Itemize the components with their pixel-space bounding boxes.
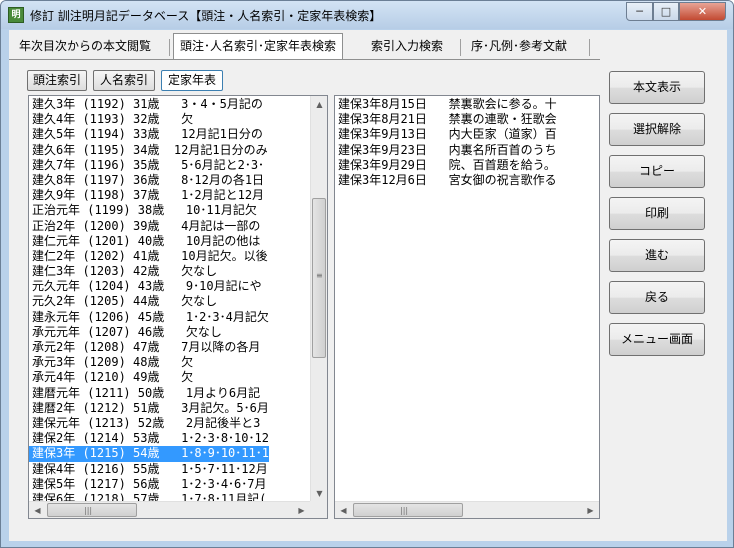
honbun-hyoji-button[interactable]: 本文表示 xyxy=(609,71,705,104)
nenpyo-detail-rows: 建保3年8月15日 禁裏歌会に参る。十 建保3年8月21日 禁裏の連歌・狂歌会 建保… xyxy=(335,97,557,188)
tab-separator xyxy=(169,39,170,56)
tab-jo-hanrei-sanko[interactable]: 序･凡例･参考文献 xyxy=(465,36,573,58)
nenpyo-list-item[interactable]: 正治2年 (1200) 39歳 4月記は一部の xyxy=(29,219,269,234)
copy-button[interactable]: コピー xyxy=(609,155,705,188)
nenpyo-list-item[interactable]: 正治元年 (1199) 38歳 10･11月記欠 xyxy=(29,203,269,218)
nenpyo-list-item[interactable]: 承元元年 (1207) 46歳 欠なし xyxy=(29,325,269,340)
app-icon: 明 xyxy=(8,7,24,23)
nenpyo-detail-item[interactable]: 建保3年12月6日 宮女御の祝言歌作る xyxy=(335,173,557,188)
menu-screen-button[interactable]: メニュー画面 xyxy=(609,323,705,356)
tab-sakuin-nyuryoku[interactable]: 索引入力検索 xyxy=(365,36,449,58)
scroll-left-icon[interactable]: ◀ xyxy=(335,502,352,518)
nenpyo-list-item[interactable]: 建仁元年 (1201) 40歳 10月記の他は xyxy=(29,234,269,249)
nenpyo-list-item[interactable]: 建暦元年 (1211) 50歳 1月より6月記 xyxy=(29,386,269,401)
grip-icon: ||| xyxy=(400,506,409,515)
minimize-button[interactable]: ─ xyxy=(626,2,653,21)
nenpyo-list-item[interactable]: 元久2年 (1205) 44歳 欠なし xyxy=(29,294,269,309)
scroll-left-icon[interactable]: ◀ xyxy=(29,502,46,518)
nenpyo-list-item[interactable]: 建久4年 (1193) 32歳 欠 xyxy=(29,112,269,127)
scroll-corner xyxy=(310,501,327,518)
print-button[interactable]: 印刷 xyxy=(609,197,705,230)
nenpyo-detail-item[interactable]: 建保3年8月15日 禁裏歌会に参る。十 xyxy=(335,97,557,112)
nenpyo-list-item[interactable]: 建久3年 (1192) 31歳 3・4・5月記の xyxy=(29,97,269,112)
nenpyo-list-item[interactable]: 建久7年 (1196) 35歳 5･6月記と2･3･ xyxy=(29,158,269,173)
tab-strip: 年次目次からの本文閲覧 頭注･人名索引･定家年表検索 索引入力検索 序･凡例･参… xyxy=(9,33,727,59)
nenpyo-detail-list[interactable]: 建保3年8月15日 禁裏歌会に参る。十 建保3年8月21日 禁裏の連歌・狂歌会 建保… xyxy=(334,95,600,519)
nenpyo-list-item[interactable]: 承元4年 (1210) 49歳 欠 xyxy=(29,370,269,385)
client-area: 年次目次からの本文閲覧 頭注･人名索引･定家年表検索 索引入力検索 序･凡例･参… xyxy=(9,30,727,541)
vscroll-thumb[interactable]: ≡ xyxy=(312,198,326,358)
nenpyo-list-item[interactable]: 建暦2年 (1212) 51歳 3月記欠。5･6月 xyxy=(29,401,269,416)
tab-tochu-jinmei-nenpyo[interactable]: 頭注･人名索引･定家年表検索 xyxy=(173,33,344,59)
tochu-sakuin-button[interactable]: 頭注索引 xyxy=(27,70,87,91)
nenpyo-list-hscrollbar[interactable]: ◀ ||| ▶ xyxy=(29,501,310,518)
back-button[interactable]: 戻る xyxy=(609,281,705,314)
nenpyo-list-item[interactable]: 建保5年 (1217) 56歳 1･2･3･4･6･7月 xyxy=(29,477,269,492)
nenpyo-list-item[interactable]: 建久6年 (1195) 34歳 12月記1日分のみ xyxy=(29,143,269,158)
hscroll-thumb[interactable]: ||| xyxy=(47,503,137,517)
nenpyo-list-item[interactable]: 建仁2年 (1202) 41歳 10月記欠。以後 xyxy=(29,249,269,264)
nenpyo-list[interactable]: 建久3年 (1192) 31歳 3・4・5月記の 建久4年 (1193) 32歳 … xyxy=(28,95,328,519)
nenpyo-list-rows: 建久3年 (1192) 31歳 3・4・5月記の 建久4年 (1193) 32歳 … xyxy=(29,97,269,507)
tab-separator xyxy=(589,39,590,56)
nenpyo-detail-item[interactable]: 建保3年9月23日 内裏名所百首のうち xyxy=(335,143,557,158)
app-window: 明 修訂 訓注明月記データベース【頭注・人名索引・定家年表検索】 ─ □ ✕ 年… xyxy=(0,0,734,548)
scroll-down-icon[interactable]: ▼ xyxy=(311,485,327,502)
forward-button[interactable]: 進む xyxy=(609,239,705,272)
tab-honbun-etsuran[interactable]: 年次目次からの本文閲覧 xyxy=(13,36,157,58)
detail-list-hscrollbar[interactable]: ◀ ||| ▶ xyxy=(335,501,599,518)
teika-nenpyo-button[interactable]: 定家年表 xyxy=(161,70,223,91)
maximize-icon: □ xyxy=(660,5,672,18)
hscroll-thumb[interactable]: ||| xyxy=(353,503,463,517)
nenpyo-list-item[interactable]: 建保3年 (1215) 54歳 1･8･9･10･11･1 xyxy=(29,446,269,462)
nenpyo-list-vscrollbar[interactable]: ▲ ≡ ▼ xyxy=(310,96,327,502)
close-button[interactable]: ✕ xyxy=(679,2,726,21)
nenpyo-list-item[interactable]: 建仁3年 (1203) 42歳 欠なし xyxy=(29,264,269,279)
close-icon: ✕ xyxy=(697,5,708,18)
nenpyo-list-item[interactable]: 元久元年 (1204) 43歳 9･10月記にや xyxy=(29,279,269,294)
nenpyo-list-item[interactable]: 建久5年 (1194) 33歳 12月記1日分の xyxy=(29,127,269,142)
nenpyo-detail-item[interactable]: 建保3年9月29日 院、百首題を給う。 xyxy=(335,158,557,173)
nenpyo-list-item[interactable]: 建保元年 (1213) 52歳 2月記後半と3 xyxy=(29,416,269,431)
sentaku-kaijo-button[interactable]: 選択解除 xyxy=(609,113,705,146)
tab-underline xyxy=(9,59,600,60)
scroll-right-icon[interactable]: ▶ xyxy=(293,502,310,518)
title-bar[interactable]: 明 修訂 訓注明月記データベース【頭注・人名索引・定家年表検索】 ─ □ ✕ xyxy=(1,1,733,29)
nenpyo-list-item[interactable]: 建保2年 (1214) 53歳 1･2･3･8･10･12 xyxy=(29,431,269,446)
nenpyo-list-item[interactable]: 建久9年 (1198) 37歳 1･2月記と12月 xyxy=(29,188,269,203)
tab-separator xyxy=(460,39,461,56)
window-title: 修訂 訓注明月記データベース【頭注・人名索引・定家年表検索】 xyxy=(30,9,382,23)
nenpyo-list-item[interactable]: 建保4年 (1216) 55歳 1･5･7･11･12月 xyxy=(29,462,269,477)
nenpyo-list-item[interactable]: 建永元年 (1206) 45歳 1･2･3･4月記欠 xyxy=(29,310,269,325)
nenpyo-list-item[interactable]: 承元3年 (1209) 48歳 欠 xyxy=(29,355,269,370)
nenpyo-detail-item[interactable]: 建保3年9月13日 内大臣家（道家）百 xyxy=(335,127,557,142)
scroll-right-icon[interactable]: ▶ xyxy=(582,502,599,518)
jinmei-sakuin-button[interactable]: 人名索引 xyxy=(93,70,155,91)
maximize-button[interactable]: □ xyxy=(653,2,679,21)
nenpyo-list-item[interactable]: 承元2年 (1208) 47歳 7月以降の各月 xyxy=(29,340,269,355)
nenpyo-list-item[interactable]: 建久8年 (1197) 36歳 8･12月の各1日 xyxy=(29,173,269,188)
grip-icon: ||| xyxy=(84,506,93,515)
nenpyo-detail-item[interactable]: 建保3年8月21日 禁裏の連歌・狂歌会 xyxy=(335,112,557,127)
grip-icon: ≡ xyxy=(316,271,323,280)
scroll-up-icon[interactable]: ▲ xyxy=(311,96,327,113)
minimize-icon: ─ xyxy=(636,5,643,18)
